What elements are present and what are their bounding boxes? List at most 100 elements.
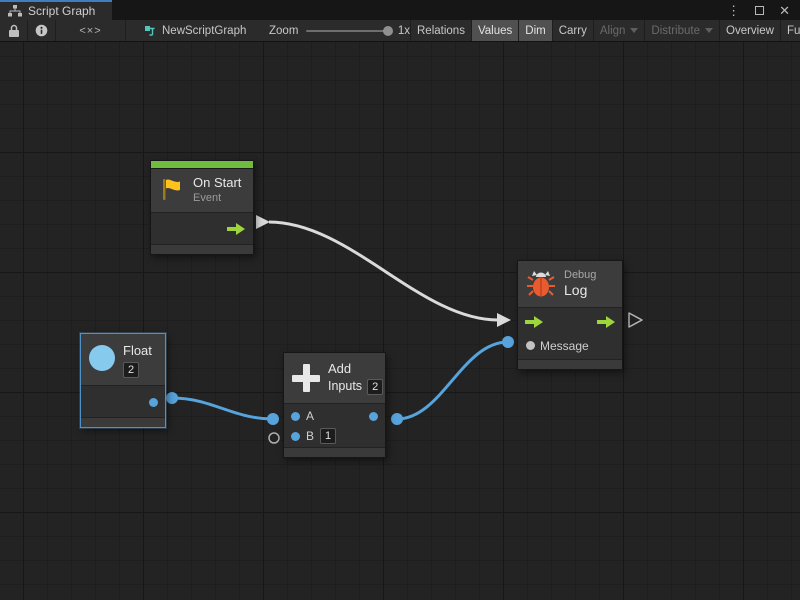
sum-output-port[interactable] bbox=[369, 412, 378, 421]
input-port-b[interactable] bbox=[291, 432, 300, 441]
dim-label: Dim bbox=[525, 25, 545, 37]
wire-onstart-to-log[interactable] bbox=[269, 222, 498, 320]
node-footer bbox=[518, 360, 622, 369]
maximize-icon[interactable] bbox=[755, 6, 764, 15]
node-header: Float 2 bbox=[81, 334, 165, 386]
port-row-message: Message bbox=[518, 336, 622, 356]
node-title: Float bbox=[123, 343, 152, 359]
lock-icon bbox=[8, 24, 20, 38]
flow-output-port[interactable] bbox=[227, 223, 245, 235]
wire-arrowhead bbox=[497, 313, 511, 327]
wire-arrowhead bbox=[256, 215, 270, 229]
node-footer bbox=[81, 418, 165, 427]
port-b-label: B bbox=[306, 429, 314, 443]
wire-float-to-add-a[interactable] bbox=[172, 398, 273, 419]
wire-endpoint-dot bbox=[166, 392, 178, 404]
info-icon bbox=[35, 24, 48, 37]
graph-name: NewScriptGraph bbox=[162, 25, 246, 37]
distribute-label: Distribute bbox=[651, 25, 700, 37]
inspect-button[interactable] bbox=[28, 20, 56, 41]
dim-button[interactable]: Dim bbox=[519, 20, 552, 41]
close-icon[interactable]: ✕ bbox=[779, 4, 790, 17]
values-label: Values bbox=[478, 25, 512, 37]
flow-output-port[interactable] bbox=[597, 316, 615, 328]
node-subtitle: Inputs bbox=[328, 379, 362, 395]
window-menu-icon[interactable]: ⋮ bbox=[727, 4, 740, 17]
tab-script-graph[interactable]: Script Graph bbox=[0, 0, 112, 20]
chevron-down-icon bbox=[630, 28, 638, 33]
node-title: Log bbox=[564, 282, 596, 300]
unconnected-port-circle[interactable] bbox=[269, 433, 279, 443]
wire-add-to-log-message[interactable] bbox=[397, 342, 508, 419]
node-header: Debug Log bbox=[518, 261, 622, 308]
relations-button[interactable]: Relations bbox=[411, 20, 472, 41]
node-title: On Start bbox=[193, 175, 241, 191]
node-debug-log[interactable]: Debug Log Message bbox=[517, 260, 623, 370]
zoom-control: Zoom 1x bbox=[261, 20, 411, 41]
message-input-port[interactable] bbox=[526, 341, 535, 350]
flag-icon bbox=[159, 177, 185, 203]
align-dropdown[interactable]: Align bbox=[594, 20, 646, 41]
node-body: A B 1 bbox=[284, 404, 385, 448]
unconnected-flow-triangle[interactable] bbox=[629, 313, 642, 327]
graph-canvas[interactable]: On Start Event Float 2 bbox=[0, 42, 800, 600]
relations-label: Relations bbox=[417, 25, 465, 37]
zoom-value: 1x bbox=[398, 25, 410, 37]
inputs-count-input[interactable]: 2 bbox=[367, 379, 383, 395]
bug-icon bbox=[526, 270, 556, 298]
window-tab-bar: Script Graph ⋮ ✕ bbox=[0, 0, 800, 20]
node-float[interactable]: Float 2 bbox=[80, 333, 166, 428]
node-footer bbox=[284, 448, 385, 457]
align-label: Align bbox=[600, 25, 626, 37]
message-port-label: Message bbox=[540, 339, 589, 353]
wire-layer bbox=[0, 42, 800, 600]
node-surtitle: Debug bbox=[564, 268, 596, 282]
node-header: Add Inputs 2 bbox=[284, 353, 385, 404]
wire-endpoint-dot bbox=[502, 336, 514, 348]
graph-toolbar: <×> NewScriptGraph Zoom 1x Relations Val… bbox=[0, 20, 800, 42]
zoom-slider[interactable] bbox=[306, 30, 389, 32]
value-output-port[interactable] bbox=[149, 398, 158, 407]
zoom-label: Zoom bbox=[269, 25, 298, 37]
values-button[interactable]: Values bbox=[472, 20, 519, 41]
port-b-value-input[interactable]: 1 bbox=[320, 428, 336, 444]
zoom-slider-handle[interactable] bbox=[383, 26, 393, 36]
carry-button[interactable]: Carry bbox=[553, 20, 594, 41]
fullscreen-label: Full Screen bbox=[787, 25, 800, 37]
node-title: Add bbox=[328, 361, 383, 377]
fullscreen-button[interactable]: Full Screen bbox=[781, 20, 800, 41]
port-row-a: A bbox=[284, 406, 385, 426]
distribute-dropdown[interactable]: Distribute bbox=[645, 20, 720, 41]
titlebar-space bbox=[112, 0, 727, 20]
node-subtitle: Event bbox=[193, 191, 241, 205]
tab-title: Script Graph bbox=[28, 4, 95, 18]
float-type-icon bbox=[89, 345, 115, 371]
node-on-start[interactable]: On Start Event bbox=[150, 160, 254, 255]
code-preview-button[interactable]: <×> bbox=[56, 20, 126, 41]
code-icon: <×> bbox=[79, 25, 101, 37]
event-color-bar bbox=[151, 161, 253, 169]
node-body: Message bbox=[518, 308, 622, 360]
graph-breadcrumb[interactable]: NewScriptGraph bbox=[126, 20, 261, 41]
wire-endpoint-dot bbox=[267, 413, 279, 425]
flow-input-port[interactable] bbox=[525, 316, 543, 328]
lock-button[interactable] bbox=[0, 20, 28, 41]
wire-endpoint-dot bbox=[391, 413, 403, 425]
port-row-b: B 1 bbox=[284, 426, 385, 446]
hierarchy-icon bbox=[8, 5, 22, 17]
carry-label: Carry bbox=[559, 25, 587, 37]
window-controls: ⋮ ✕ bbox=[727, 0, 800, 20]
plus-icon bbox=[292, 364, 320, 392]
overview-button[interactable]: Overview bbox=[720, 20, 781, 41]
node-body bbox=[151, 213, 253, 245]
node-add[interactable]: Add Inputs 2 A B 1 bbox=[283, 352, 386, 458]
input-port-a[interactable] bbox=[291, 412, 300, 421]
node-body bbox=[81, 386, 165, 418]
float-value-input[interactable]: 2 bbox=[123, 362, 139, 378]
overview-label: Overview bbox=[726, 25, 774, 37]
node-header: On Start Event bbox=[151, 169, 253, 213]
node-footer bbox=[151, 245, 253, 254]
port-a-label: A bbox=[306, 409, 314, 423]
graph-asset-icon bbox=[144, 25, 156, 37]
chevron-down-icon bbox=[705, 28, 713, 33]
